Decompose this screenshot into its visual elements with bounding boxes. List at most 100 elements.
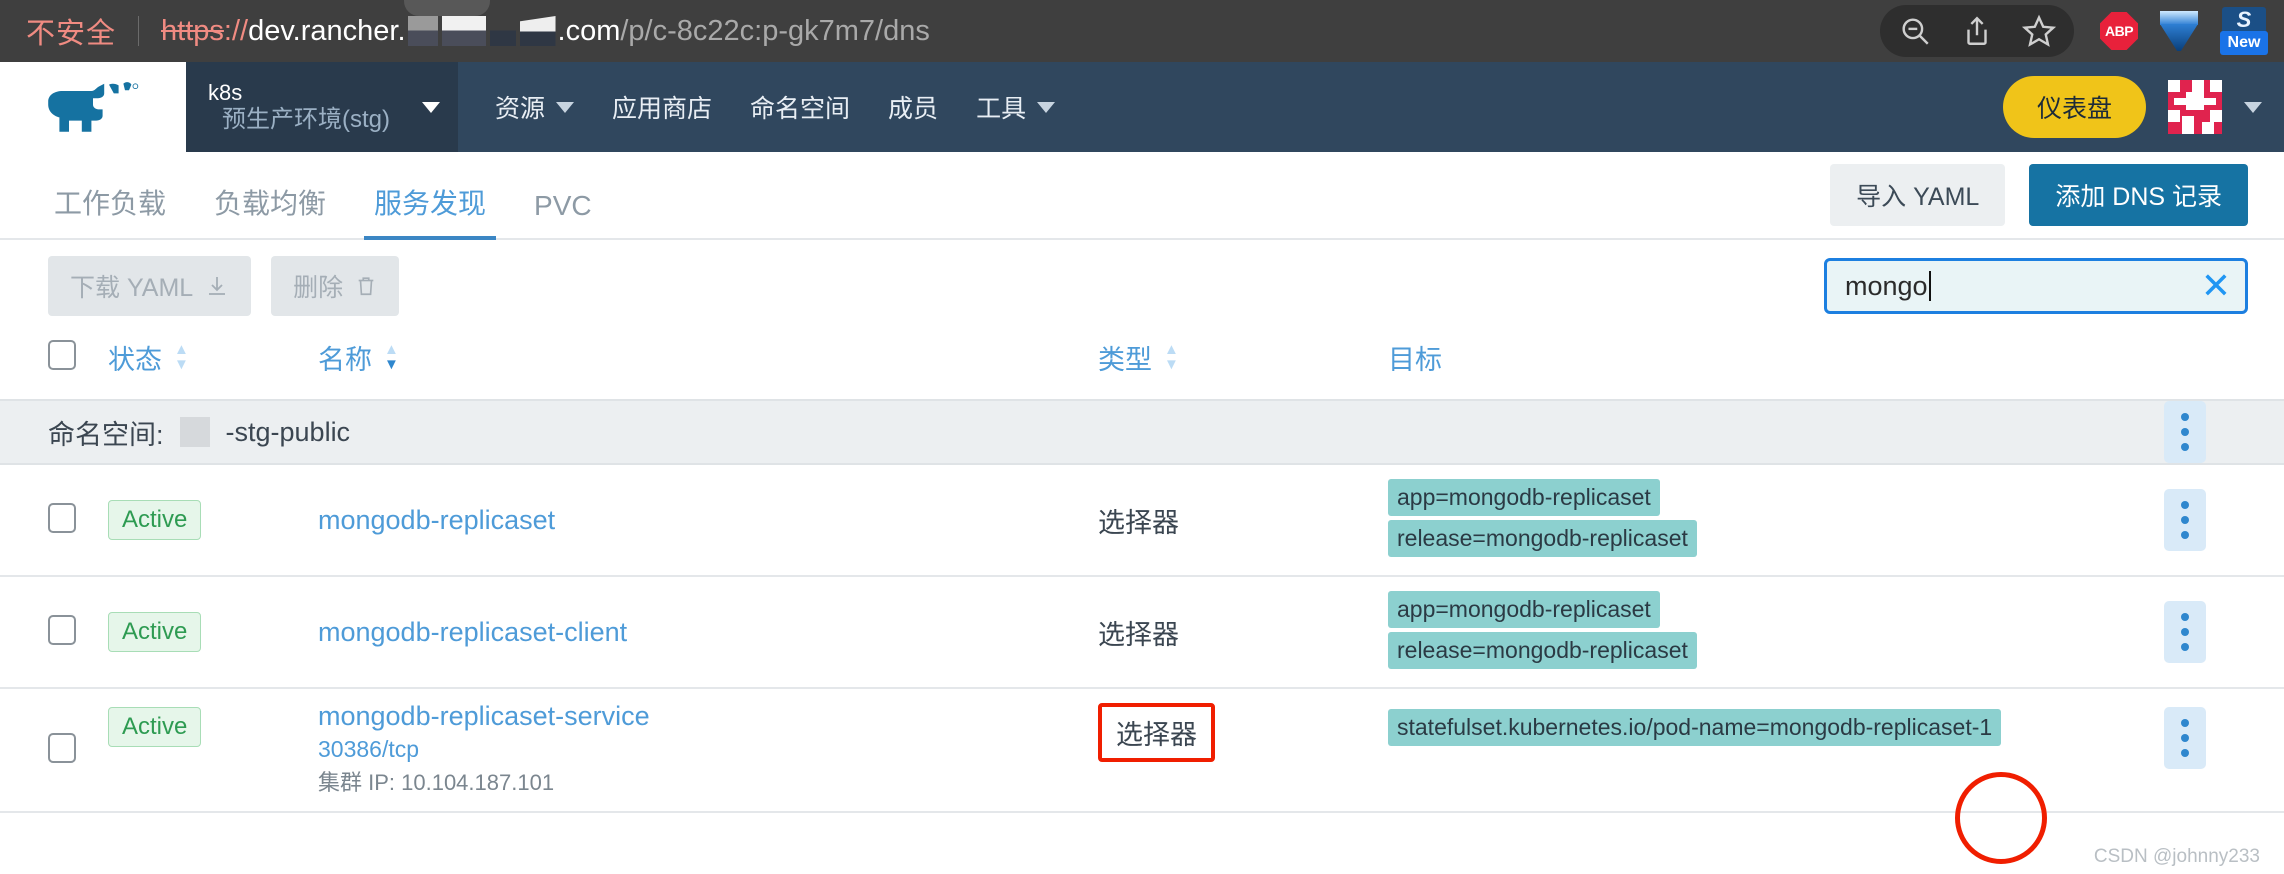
target-tag: statefulset.kubernetes.io/pod-name=mongo… (1388, 709, 2002, 746)
table-body: 命名空间: -stg-public Active mongodb-replica… (0, 399, 2284, 813)
service-type: 选择器 (1098, 619, 1179, 650)
dashboard-button[interactable]: 仪表盘 (2002, 76, 2146, 138)
row-select-cell (0, 464, 108, 577)
more-vertical-icon[interactable] (2164, 707, 2206, 769)
row-checkbox[interactable] (48, 614, 76, 645)
namespace-group-row: 命名空间: -stg-public (0, 399, 2284, 465)
more-vertical-icon[interactable] (2164, 401, 2206, 463)
more-vertical-icon[interactable] (2164, 489, 2206, 551)
chevron-down-icon[interactable] (2244, 101, 2262, 113)
column-header-target-label: 目标 (1388, 345, 1442, 375)
table-toolbar: 下载 YAML 删除 mongo ✕ (0, 240, 2284, 332)
nav-item-tools[interactable]: 工具 (957, 62, 1074, 152)
target-tag: release=mongodb-replicaset (1388, 520, 1697, 557)
nav-item-resources-label: 资源 (495, 95, 546, 123)
user-avatar-identicon[interactable] (2168, 80, 2222, 134)
row-select-cell (0, 576, 108, 689)
url-redaction-block-1 (407, 16, 438, 46)
browser-toolbar: 不安全 https :// dev.rancher. .com /p/c-8c2… (0, 0, 2284, 62)
import-yaml-button[interactable]: 导入 YAML (1830, 164, 2006, 226)
cluster-selector[interactable]: k8s 预生产环境(stg) (186, 62, 458, 152)
search-input[interactable]: mongo ✕ (1824, 258, 2248, 314)
tab-service-discovery[interactable]: 服务发现 (350, 182, 510, 240)
nav-item-namespaces[interactable]: 命名空间 (731, 62, 869, 152)
search-input-value: mongo (1845, 270, 1928, 301)
url-redaction-block-3 (489, 16, 516, 46)
gem-icon[interactable] (2160, 11, 2198, 51)
service-cluster-ip: 集群 IP: 10.104.187.101 (318, 770, 555, 795)
column-header-name[interactable]: 名称 ▲ ▼ (318, 332, 1098, 400)
browser-tab-stub[interactable] (404, 0, 490, 16)
nav-item-namespaces-label: 命名空间 (750, 95, 851, 123)
row-target-cell: app=mongodb-replicaset release=mongodb-r… (1388, 576, 2148, 689)
table-row: Active mongodb-replicaset-client 选择器 app… (0, 576, 2284, 689)
column-header-target: 目标 (1388, 332, 2148, 400)
close-x-icon[interactable]: ✕ (2201, 268, 2231, 304)
nav-item-resources[interactable]: 资源 (476, 62, 593, 152)
nav-item-apps[interactable]: 应用商店 (593, 62, 731, 152)
nav-item-members[interactable]: 成员 (869, 62, 957, 152)
download-yaml-label: 下载 YAML (70, 274, 194, 302)
sort-arrows-icon: ▲ ▼ (174, 341, 189, 373)
tab-pvc[interactable]: PVC (510, 190, 616, 238)
namespace-group-label: 命名空间: (48, 419, 164, 450)
row-status-cell: Active (108, 576, 318, 689)
address-bar[interactable]: https :// dev.rancher. .com /p/c-8c22c:p… (161, 15, 930, 48)
header-right-actions: 仪表盘 (2002, 62, 2284, 152)
adblock-plus-icon[interactable]: ABP (2100, 12, 2138, 50)
browser-icon-group (1880, 5, 2074, 57)
row-name-cell: mongodb-replicaset-service 30386/tcp 集群 … (318, 688, 1098, 813)
row-checkbox[interactable] (48, 732, 76, 763)
delete-button[interactable]: 删除 (271, 256, 400, 316)
new-extension-badge: New (2220, 31, 2268, 55)
sort-arrows-icon: ▲ ▼ (1164, 341, 1179, 373)
row-type-cell: 选择器 (1098, 576, 1388, 689)
zoom-out-icon[interactable] (1892, 8, 1938, 54)
more-vertical-icon[interactable] (2164, 601, 2206, 663)
trash-icon (358, 277, 374, 296)
content-tabs: 工作负载 负载均衡 服务发现 PVC (48, 182, 616, 240)
select-all-checkbox[interactable] (48, 340, 76, 370)
share-icon[interactable] (1954, 8, 2000, 54)
rancher-cow-logo[interactable] (0, 62, 186, 152)
row-target-cell: app=mongodb-replicaset release=mongodb-r… (1388, 464, 2148, 577)
add-dns-record-button[interactable]: 添加 DNS 记录 (2029, 164, 2248, 226)
tab-load-balancing[interactable]: 负载均衡 (190, 182, 350, 238)
column-header-status-label: 状态 (108, 345, 162, 375)
delete-label: 删除 (293, 274, 344, 302)
tab-workloads[interactable]: 工作负载 (48, 182, 190, 238)
url-divider (138, 16, 140, 46)
url-path: /p/c-8c22c:p-gk7m7/dns (620, 14, 930, 47)
download-icon (209, 277, 226, 295)
column-header-status[interactable]: 状态 ▲ ▼ (108, 332, 318, 400)
table-row: Active mongodb-replicaset-service 30386/… (0, 688, 2284, 813)
column-header-type[interactable]: 类型 ▲ ▼ (1098, 332, 1388, 400)
service-name-link[interactable]: mongodb-replicaset (318, 505, 555, 535)
sort-arrows-icon: ▲ ▼ (384, 341, 399, 373)
download-yaml-button[interactable]: 下载 YAML (48, 256, 252, 316)
services-table: 状态 ▲ ▼ 名称 ▲ ▼ 类型 ▲ ▼ 目标 命名空间: -stg-publi… (0, 332, 2284, 813)
row-type-cell: 选择器 (1098, 464, 1388, 577)
service-name-link[interactable]: mongodb-replicaset-client (318, 617, 627, 647)
chevron-down-icon (1037, 101, 1056, 113)
cluster-name: k8s (208, 79, 243, 105)
bookmark-star-icon[interactable] (2016, 8, 2062, 54)
namespace-redaction-block (179, 417, 210, 447)
url-scheme-separator: :// (223, 14, 249, 47)
chevron-down-icon (556, 101, 575, 113)
row-checkbox[interactable] (48, 502, 76, 533)
column-header-name-label: 名称 (318, 345, 372, 375)
new-extension-icon[interactable]: S New (2220, 7, 2268, 55)
service-name-link[interactable]: mongodb-replicaset-service (318, 701, 650, 731)
url-redaction-block-2 (441, 16, 486, 46)
row-status-cell: Active (108, 688, 318, 813)
url-host: dev.rancher. (248, 14, 406, 47)
row-status-cell: Active (108, 464, 318, 577)
bulk-action-buttons: 下载 YAML 删除 (48, 256, 400, 316)
target-tag: app=mongodb-replicaset (1388, 479, 1660, 516)
nav-item-members-label: 成员 (888, 95, 939, 123)
row-target-cell: statefulset.kubernetes.io/pod-name=mongo… (1388, 688, 2148, 813)
url-tld: .com (557, 14, 621, 47)
table-header-row: 状态 ▲ ▼ 名称 ▲ ▼ 类型 ▲ ▼ 目标 (0, 332, 2284, 400)
table-head: 状态 ▲ ▼ 名称 ▲ ▼ 类型 ▲ ▼ 目标 (0, 332, 2284, 400)
